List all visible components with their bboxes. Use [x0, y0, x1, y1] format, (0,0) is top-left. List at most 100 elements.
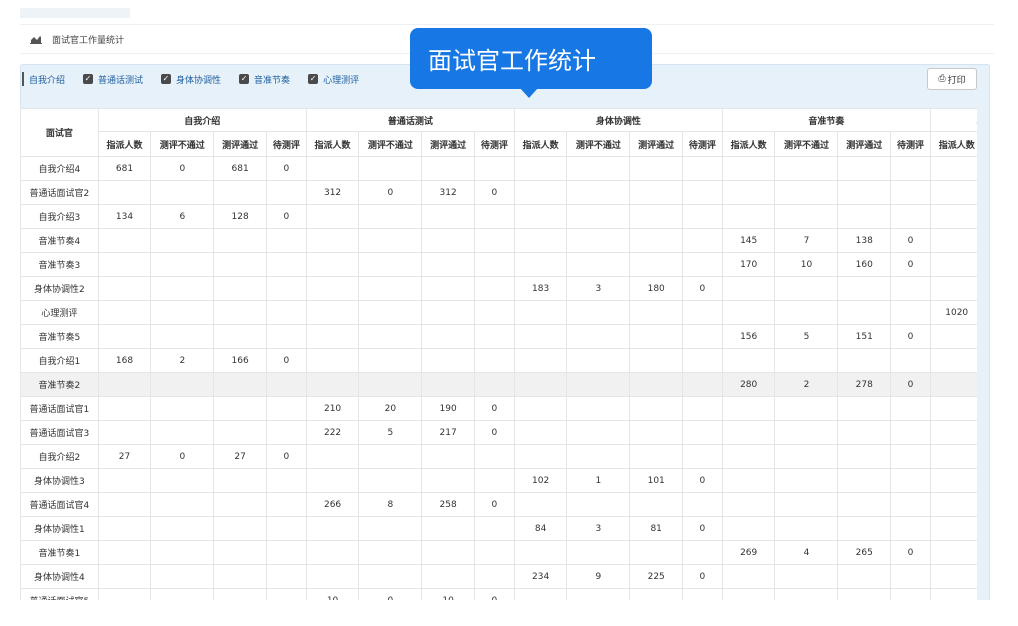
table-cell: 0 [265, 444, 307, 469]
table-cell [774, 420, 839, 445]
table-cell [150, 252, 215, 277]
table-cell [629, 324, 683, 349]
filter-item-psych[interactable]: ✓ 心理测评 [300, 73, 359, 86]
table-cell [97, 252, 152, 277]
table-cell [774, 588, 839, 600]
table-cell: 278 [837, 372, 891, 397]
interviewer-name-cell: 自我介绍3 [20, 204, 99, 229]
column-subheader: 测评不通过 [774, 131, 839, 157]
table-cell [97, 372, 152, 397]
checkbox-icon[interactable]: ✓ [308, 74, 319, 84]
table-cell [681, 252, 723, 277]
table-cell [473, 300, 515, 325]
table-row[interactable]: 自我介绍4 681 0 681 0 [20, 156, 977, 181]
table-cell [265, 276, 307, 301]
interviewer-name-cell: 普通话面试官3 [20, 420, 99, 445]
table-cell [150, 492, 215, 517]
table-cell [566, 492, 631, 517]
table-cell [213, 588, 267, 600]
table-cell: 0 [265, 204, 307, 229]
table-cell [774, 204, 839, 229]
table-cell [929, 324, 977, 349]
table-row[interactable]: 身体协调性1 84 3 81 0 [20, 516, 977, 541]
table-cell [358, 324, 423, 349]
table-row[interactable]: 音准节奏3 170 10 160 0 [20, 252, 977, 277]
table-cell [473, 444, 515, 469]
table-row[interactable]: 心理测评10207 [20, 300, 977, 325]
column-subheader: 测评不通过 [150, 131, 215, 157]
table-row[interactable]: 身体协调性4 234 9 225 0 [20, 564, 977, 589]
table-cell [513, 156, 568, 181]
table-cell [358, 348, 423, 373]
table-cell: 0 [473, 492, 515, 517]
checkbox-icon[interactable]: ✓ [239, 74, 250, 84]
table-row[interactable]: 音准节奏4 145 7 138 0 [20, 228, 977, 253]
column-group-header: 心 [929, 108, 977, 132]
table-row[interactable]: 音准节奏1 269 4 265 0 [20, 540, 977, 565]
checkbox-icon[interactable]: ✓ [83, 74, 94, 84]
table-cell: 160 [837, 252, 891, 277]
checkbox-icon[interactable]: ✓ [161, 74, 172, 84]
table-cell [213, 396, 267, 421]
table-row[interactable]: 自我介绍2 27 0 27 0 [20, 444, 977, 469]
table-cell: 0 [473, 588, 515, 600]
table-cell [150, 516, 215, 541]
table-cell: 170 [721, 252, 776, 277]
table-cell [358, 468, 423, 493]
table-cell [473, 540, 515, 565]
table-cell: 0 [265, 156, 307, 181]
table-cell: 0 [681, 564, 723, 589]
table-cell [774, 300, 839, 325]
table-cell [473, 372, 515, 397]
table-cell: 6 [150, 204, 215, 229]
filter-label: 心理测评 [323, 75, 360, 86]
column-subheader: 测评不通过 [358, 131, 423, 157]
table-cell [97, 588, 152, 600]
table-row[interactable]: 自我介绍1 168 2 166 0 [20, 348, 977, 373]
table-cell: 3 [566, 276, 631, 301]
table-row[interactable]: 身体协调性2 183 3 180 0 [20, 276, 977, 301]
table-row[interactable]: 普通话面试官2 312 0 312 0 [20, 180, 977, 205]
table-cell [837, 180, 891, 205]
interviewer-name-cell: 身体协调性2 [20, 276, 99, 301]
column-subheader: 待测评 [681, 131, 723, 157]
table-row[interactable]: 自我介绍3 134 6 128 0 [20, 204, 977, 229]
table-cell [629, 180, 683, 205]
table-cell: 190 [421, 396, 475, 421]
table-row[interactable]: 普通话面试官1 210 20 190 0 [20, 396, 977, 421]
table-cell [305, 228, 360, 253]
table-cell [774, 468, 839, 493]
table-row[interactable]: 普通话面试官4 266 8 258 0 [20, 492, 977, 517]
table-cell [721, 300, 776, 325]
table-cell [97, 228, 152, 253]
print-button[interactable]: ⎙ 打印 [927, 68, 977, 90]
filter-item-coordination[interactable]: ✓ 身体协调性 [153, 73, 221, 86]
table-cell [566, 420, 631, 445]
filter-item-rhythm[interactable]: ✓ 音准节奏 [231, 73, 290, 86]
table-cell [566, 228, 631, 253]
table-cell [929, 348, 977, 373]
column-subheader: 测评通过 [213, 131, 267, 157]
table-cell: 10 [774, 252, 839, 277]
filter-item-self-intro[interactable]: 自我介绍 [22, 72, 65, 86]
table-cell [150, 420, 215, 445]
table-row[interactable]: 音准节奏5 156 5 151 0 [20, 324, 977, 349]
table-cell [213, 540, 267, 565]
table-cell: 128 [213, 204, 267, 229]
table-cell [774, 492, 839, 517]
table-row[interactable]: 身体协调性3 102 1 101 0 [20, 468, 977, 493]
stats-table-container[interactable]: 面试官 自我介绍普通话测试身体协调性音准节奏心 指派人数测评不通过测评通过待测评… [20, 108, 977, 600]
table-cell [421, 516, 475, 541]
table-row[interactable]: 音准节奏2 280 2 278 0 [20, 372, 977, 397]
table-row[interactable]: 普通话面试官5100100 [20, 588, 977, 600]
table-cell [421, 300, 475, 325]
table-cell: 0 [473, 420, 515, 445]
table-cell [890, 516, 931, 541]
filter-item-mandarin[interactable]: ✓ 普通话测试 [75, 73, 143, 86]
table-row[interactable]: 普通话面试官3 222 5 217 0 [20, 420, 977, 445]
table-cell: 234 [513, 564, 568, 589]
table-cell [305, 324, 360, 349]
table-cell [213, 252, 267, 277]
table-cell [929, 420, 977, 445]
table-cell [513, 252, 568, 277]
